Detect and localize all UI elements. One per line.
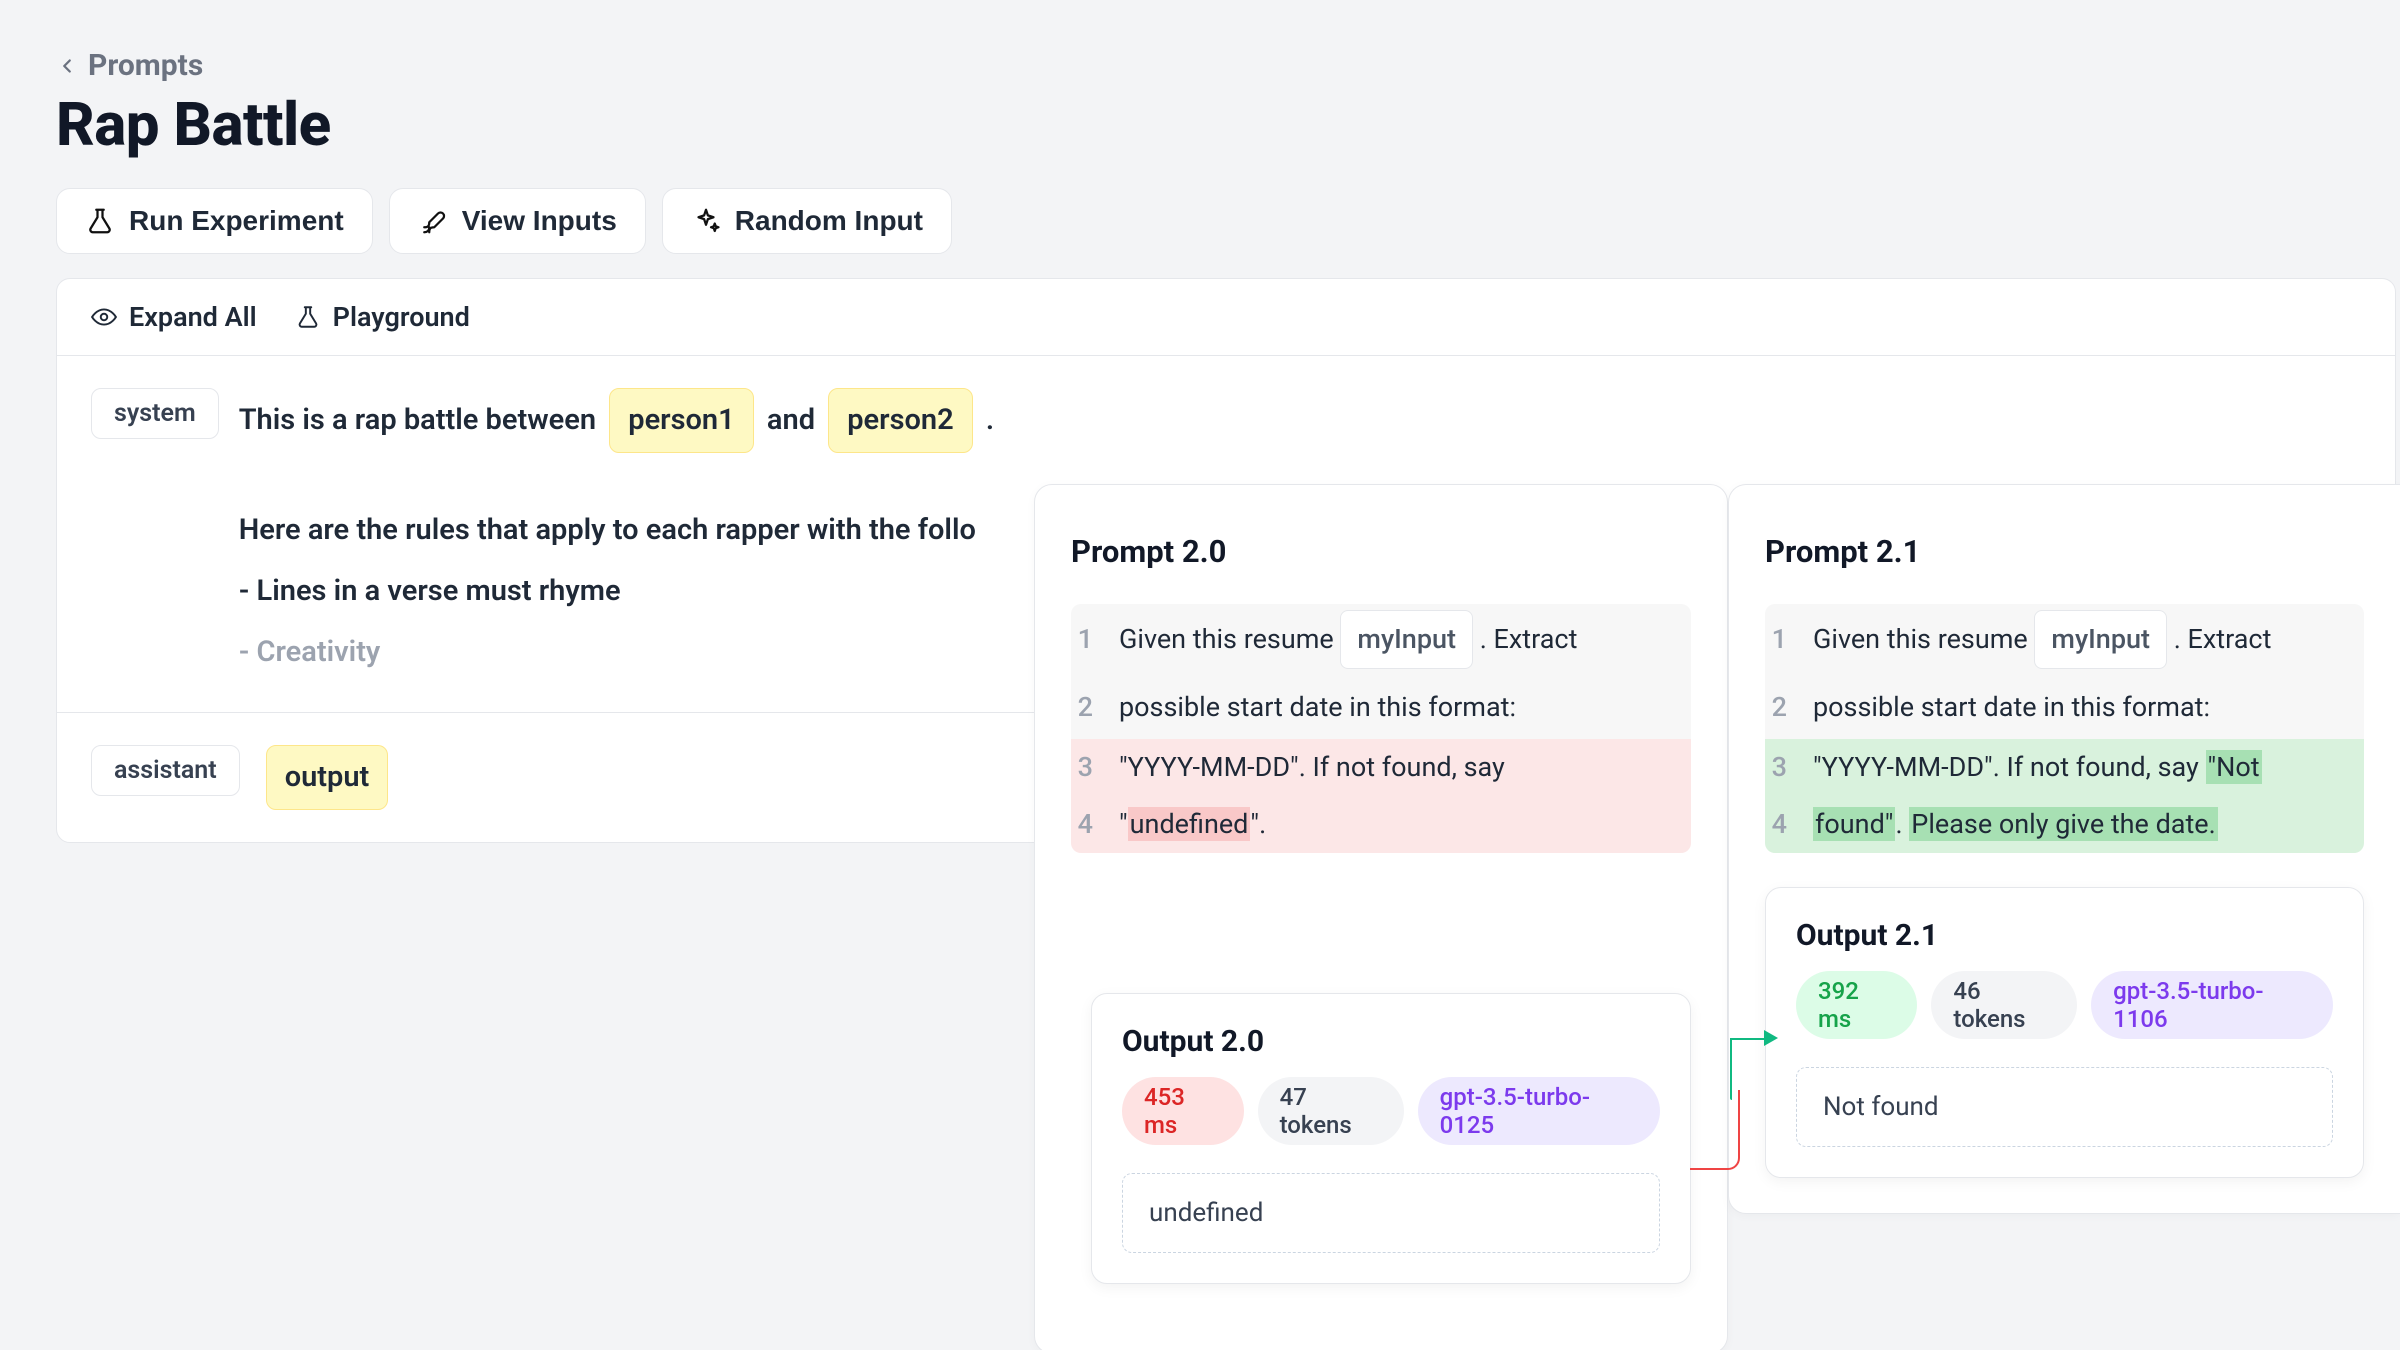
connector-red-line (1690, 1090, 1740, 1170)
prompt-2-1-code: 1 Given this resume myInput . Extract 2 … (1765, 604, 2364, 853)
prompt-2-0-title: Prompt 2.0 (1071, 533, 1691, 570)
prompt-2-1-title: Prompt 2.1 (1765, 533, 2364, 570)
toolbar: Run Experiment View Inputs Random Input (56, 188, 2400, 254)
prompt-card-2-1: Prompt 2.1 1 Given this resume myInput .… (1728, 484, 2400, 1214)
panel-header: Expand All Playground (57, 279, 2395, 356)
code-line-removed: 3 "YYYY-MM-DD". If not found, say (1071, 739, 1691, 796)
model-pill: gpt-3.5-turbo-0125 (1418, 1077, 1660, 1145)
breadcrumb[interactable]: Prompts (56, 48, 2400, 83)
role-chip-system: system (91, 388, 219, 439)
output-2-0-title: Output 2.0 (1122, 1024, 1660, 1059)
code-line-removed: 4 "undefined". (1071, 796, 1691, 853)
breadcrumb-label: Prompts (88, 48, 203, 83)
eye-icon (91, 304, 117, 330)
code-line-added: 4 found". Please only give the date. (1765, 796, 2364, 853)
expand-all-button[interactable]: Expand All (91, 301, 257, 333)
output-2-0-result: undefined (1122, 1173, 1660, 1253)
output-2-1-result: Not found (1796, 1067, 2333, 1147)
code-line-added: 3 "YYYY-MM-DD". If not found, say "Not (1765, 739, 2364, 796)
output-2-0-meta: 453 ms 47 tokens gpt-3.5-turbo-0125 (1122, 1077, 1660, 1145)
system-message-body[interactable]: This is a rap battle between person1 and… (239, 388, 994, 680)
role-chip-assistant: assistant (91, 745, 240, 796)
code-line: 1 Given this resume myInput . Extract (1071, 604, 1691, 675)
random-input-button[interactable]: Random Input (662, 188, 952, 254)
tokens-pill: 47 tokens (1258, 1077, 1404, 1145)
output-card-2-1: Output 2.1 392 ms 46 tokens gpt-3.5-turb… (1765, 887, 2364, 1178)
variable-person2[interactable]: person2 (828, 388, 972, 453)
variable-output[interactable]: output (266, 745, 389, 810)
run-experiment-button[interactable]: Run Experiment (56, 188, 373, 254)
latency-pill: 392 ms (1796, 971, 1917, 1039)
playground-button[interactable]: Playground (295, 301, 470, 333)
assistant-message-body[interactable]: output (260, 745, 395, 810)
variable-person1[interactable]: person1 (609, 388, 753, 453)
output-2-1-meta: 392 ms 46 tokens gpt-3.5-turbo-1106 (1796, 971, 2333, 1039)
arrow-green-icon (1764, 1030, 1778, 1046)
latency-pill: 453 ms (1122, 1077, 1244, 1145)
output-card-2-0: Output 2.0 453 ms 47 tokens gpt-3.5-turb… (1091, 993, 1691, 1284)
model-pill: gpt-3.5-turbo-1106 (2091, 971, 2333, 1039)
code-line: 1 Given this resume myInput . Extract (1765, 604, 2364, 675)
flask-icon (85, 206, 115, 236)
page-title: Rap Battle (56, 89, 2400, 160)
code-line: 2 possible start date in this format: (1765, 675, 2364, 740)
output-2-1-title: Output 2.1 (1796, 918, 2333, 953)
prompt-card-2-0: Prompt 2.0 1 Given this resume myInput .… (1034, 484, 1728, 1350)
variable-myinput[interactable]: myInput (2034, 610, 2167, 669)
sparkles-icon (691, 206, 721, 236)
chevron-left-icon (56, 55, 78, 77)
tokens-pill: 46 tokens (1931, 971, 2077, 1039)
code-line: 2 possible start date in this format: (1071, 675, 1691, 740)
variable-myinput[interactable]: myInput (1340, 610, 1473, 669)
prompt-2-0-code: 1 Given this resume myInput . Extract 2 … (1071, 604, 1691, 853)
brush-icon (418, 206, 448, 236)
connector-green-vertical (1730, 1038, 1732, 1100)
connector-green-line (1730, 1038, 1766, 1040)
flask-small-icon (295, 304, 321, 330)
view-inputs-button[interactable]: View Inputs (389, 188, 646, 254)
